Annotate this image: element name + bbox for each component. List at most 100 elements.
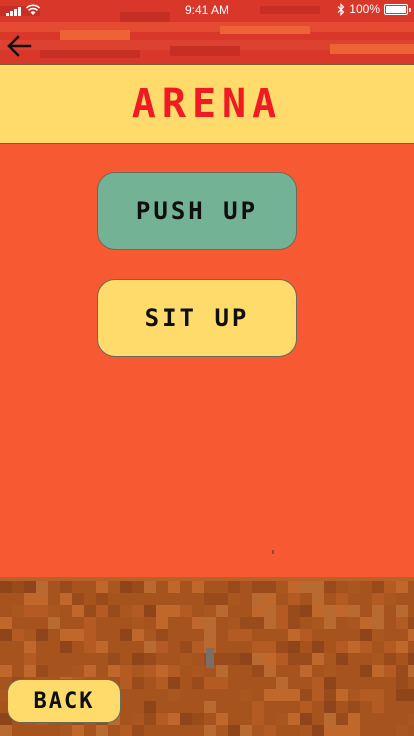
ground-pixel bbox=[264, 581, 276, 593]
sit-up-button[interactable]: SIT UP bbox=[97, 279, 297, 357]
rock-decoration bbox=[206, 648, 214, 668]
ground-pixel bbox=[360, 629, 372, 641]
ground-pixel bbox=[288, 605, 300, 617]
ground-pixel bbox=[276, 677, 288, 689]
ground-pixel bbox=[336, 605, 348, 617]
ground-pixel bbox=[312, 581, 324, 593]
ground-pixel bbox=[372, 653, 384, 665]
ground-pixel bbox=[156, 605, 168, 617]
ground-pixel bbox=[264, 689, 276, 701]
ground-pixel bbox=[156, 713, 168, 725]
pebble bbox=[272, 550, 274, 554]
ground-pixel bbox=[228, 653, 240, 665]
ground-pixel bbox=[396, 605, 408, 617]
ground-pixel bbox=[60, 725, 72, 736]
ground-pixel bbox=[252, 641, 264, 653]
ground-pixel bbox=[216, 653, 228, 665]
ground-pixel bbox=[252, 701, 264, 713]
ground-pixel bbox=[60, 593, 72, 605]
ground-pixel bbox=[372, 629, 384, 641]
ground-pixel bbox=[276, 713, 288, 725]
ground-pixel bbox=[384, 653, 396, 665]
ground-pixel bbox=[264, 641, 276, 653]
ground-pixel bbox=[72, 725, 84, 736]
ground-pixel bbox=[108, 653, 120, 665]
ground-pixel bbox=[372, 665, 384, 677]
sky-block bbox=[220, 26, 310, 34]
ground-pixel bbox=[84, 605, 96, 617]
ground-pixel bbox=[396, 689, 408, 701]
ground-pixel bbox=[48, 605, 60, 617]
ground-pixel bbox=[180, 653, 192, 665]
ground-pixel bbox=[36, 665, 48, 677]
ground-pixel bbox=[132, 677, 144, 689]
ground-pixel bbox=[96, 641, 108, 653]
ground-pixel bbox=[300, 713, 312, 725]
ground-pixel bbox=[324, 665, 336, 677]
ground-pixel bbox=[24, 629, 36, 641]
ground-pixel bbox=[204, 605, 216, 617]
ground-pixel bbox=[144, 701, 156, 713]
ground-pixel bbox=[240, 689, 252, 701]
ground-pixel bbox=[276, 605, 288, 617]
ground-pixel bbox=[288, 593, 300, 605]
ground-pixel bbox=[372, 593, 384, 605]
ground-pixel bbox=[336, 653, 348, 665]
arrow-left-icon[interactable] bbox=[6, 34, 32, 58]
ground-pixel bbox=[192, 581, 204, 593]
ground-pixel bbox=[372, 605, 384, 617]
ground-pixel bbox=[324, 605, 336, 617]
ground-pixel bbox=[348, 713, 360, 725]
ground-pixel bbox=[24, 581, 36, 593]
ground-pixel bbox=[252, 653, 264, 665]
ground-pixel bbox=[12, 581, 24, 593]
ground-pixel bbox=[276, 689, 288, 701]
ground-pixel bbox=[120, 725, 132, 736]
ground-pixel bbox=[252, 725, 264, 736]
ground-pixel bbox=[324, 653, 336, 665]
ground-pixel bbox=[132, 665, 144, 677]
ground-pixel bbox=[252, 713, 264, 725]
ground-pixel bbox=[300, 605, 312, 617]
ground-pixel bbox=[156, 617, 168, 629]
ground-pixel bbox=[384, 665, 396, 677]
ground-pixel bbox=[264, 605, 276, 617]
ground-pixel bbox=[312, 617, 324, 629]
ground-pixel bbox=[300, 653, 312, 665]
ground-pixel bbox=[96, 605, 108, 617]
ground-pixel bbox=[216, 725, 228, 736]
ground-pixel bbox=[60, 629, 72, 641]
ground-pixel bbox=[24, 593, 36, 605]
ground-pixel bbox=[204, 593, 216, 605]
ground-pixel bbox=[72, 593, 84, 605]
ground-pixel bbox=[408, 653, 414, 665]
ground-pixel bbox=[204, 677, 216, 689]
ground-pixel bbox=[336, 689, 348, 701]
sky-block bbox=[330, 44, 414, 54]
ground-pixel bbox=[360, 641, 372, 653]
ground-pixel bbox=[108, 581, 120, 593]
ground-pixel bbox=[168, 605, 180, 617]
back-button[interactable]: BACK bbox=[7, 679, 121, 723]
ground-pixel bbox=[48, 617, 60, 629]
ground-pixel bbox=[324, 725, 336, 736]
page-title: ARENA bbox=[131, 81, 283, 127]
ground-pixel bbox=[96, 581, 108, 593]
sky-block bbox=[40, 50, 140, 58]
ground-pixel bbox=[144, 605, 156, 617]
ground-pixel bbox=[348, 617, 360, 629]
ground-pixel bbox=[216, 677, 228, 689]
ground-pixel bbox=[396, 677, 408, 689]
ground-pixel bbox=[12, 605, 24, 617]
ground-pixel bbox=[264, 617, 276, 629]
ground-pixel bbox=[144, 581, 156, 593]
push-up-button[interactable]: PUSH UP bbox=[97, 172, 297, 250]
ground-pixel bbox=[300, 665, 312, 677]
sky-block bbox=[60, 30, 130, 40]
ground-pixel bbox=[324, 701, 336, 713]
ground-pixel bbox=[336, 641, 348, 653]
ground-pixel bbox=[252, 581, 264, 593]
ground-pixel bbox=[72, 605, 84, 617]
ground-pixel bbox=[336, 725, 348, 736]
ground-pixel bbox=[60, 641, 72, 653]
